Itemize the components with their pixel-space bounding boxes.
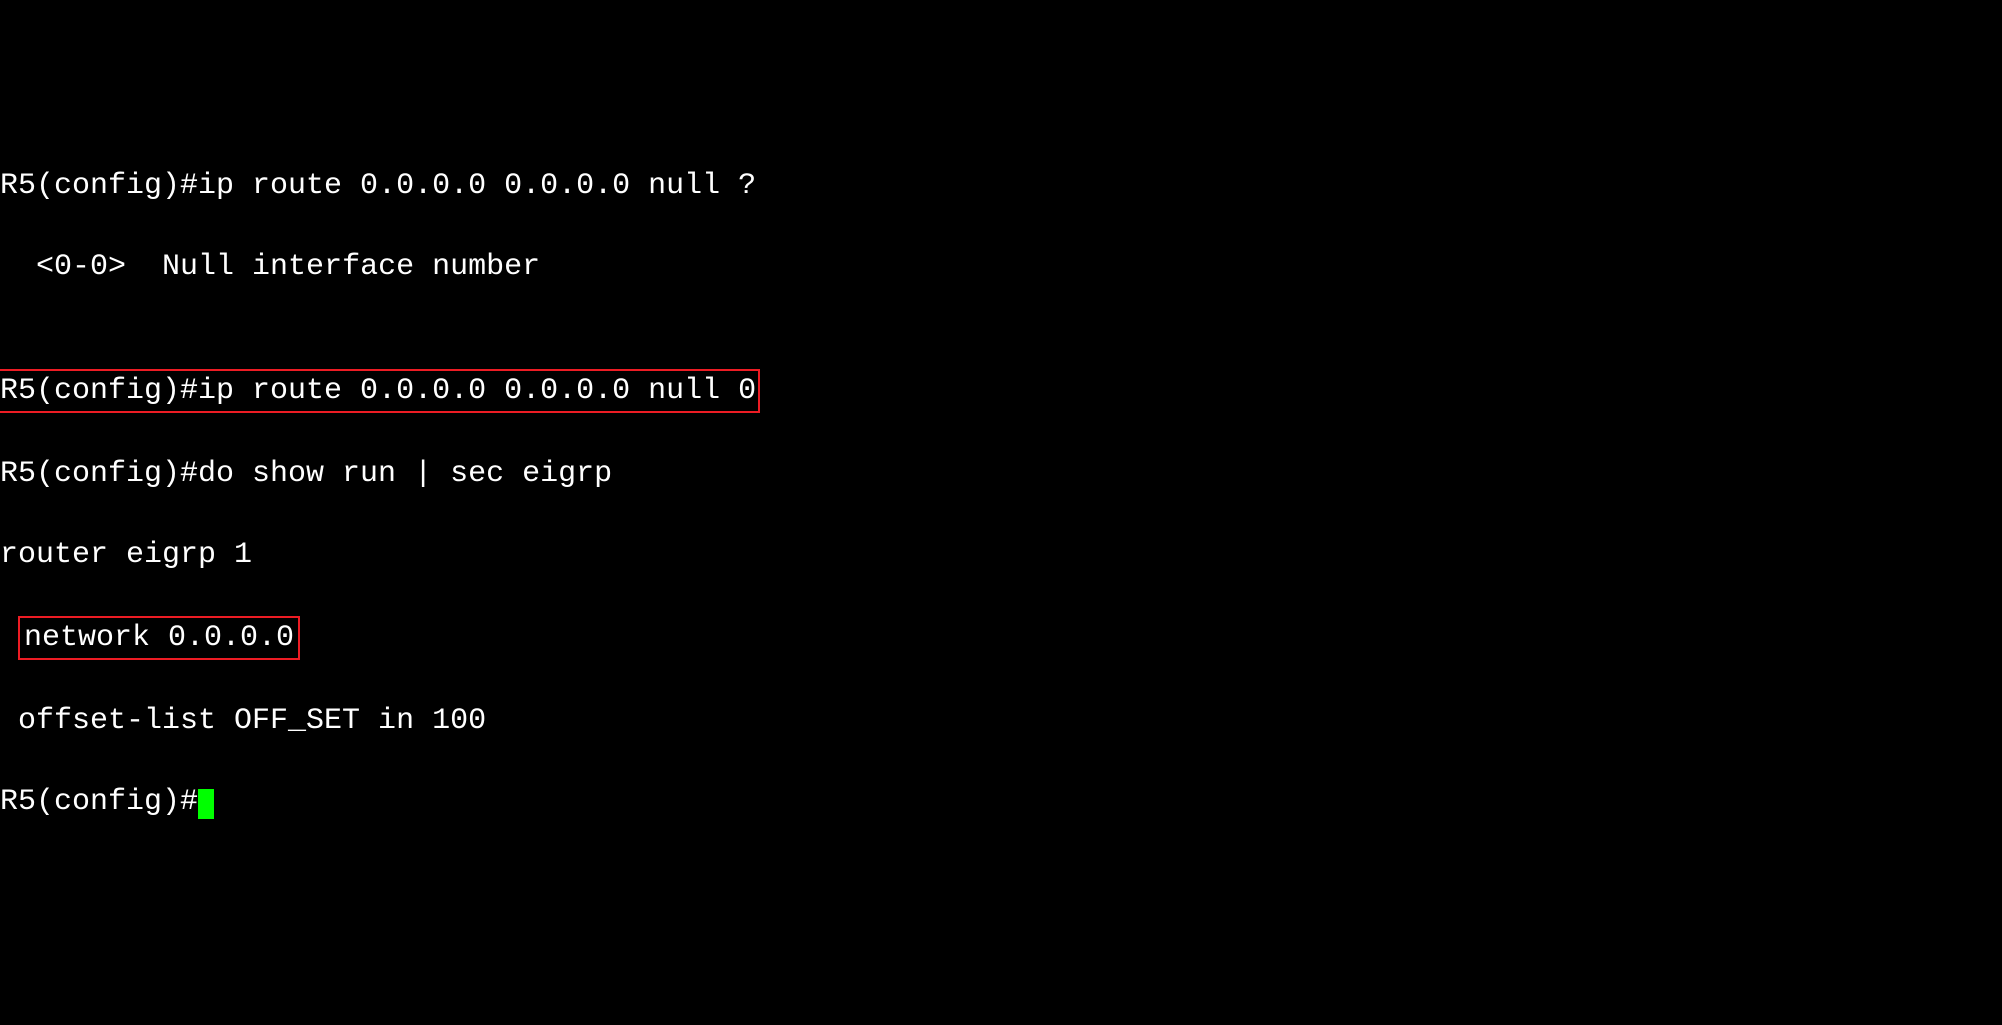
terminal-line-6: router eigrp 1: [0, 535, 2002, 576]
terminal-line-5: R5(config)#do show run | sec eigrp: [0, 454, 2002, 495]
terminal-line-4: R5(config)#ip route 0.0.0.0 0.0.0.0 null…: [0, 369, 2002, 414]
terminal-line-9[interactable]: R5(config)#: [0, 782, 2002, 823]
network-indent: [0, 618, 18, 659]
terminal-line-8: offset-list OFF_SET in 100: [0, 701, 2002, 742]
terminal-line-1: R5(config)#ip route 0.0.0.0 0.0.0.0 null…: [0, 166, 2002, 207]
help-indent: [0, 250, 36, 284]
help-description: Null interface number: [126, 250, 540, 284]
terminal-line-7: network 0.0.0.0: [0, 616, 2002, 661]
highlight-box-network: network 0.0.0.0: [18, 616, 300, 661]
terminal-line-2: <0-0> Null interface number: [0, 247, 2002, 288]
prompt: R5(config)#: [0, 785, 198, 819]
highlight-box-route: R5(config)#ip route 0.0.0.0 0.0.0.0 null…: [0, 369, 760, 414]
cursor-icon: [198, 789, 214, 819]
help-range: <0-0>: [36, 250, 126, 284]
